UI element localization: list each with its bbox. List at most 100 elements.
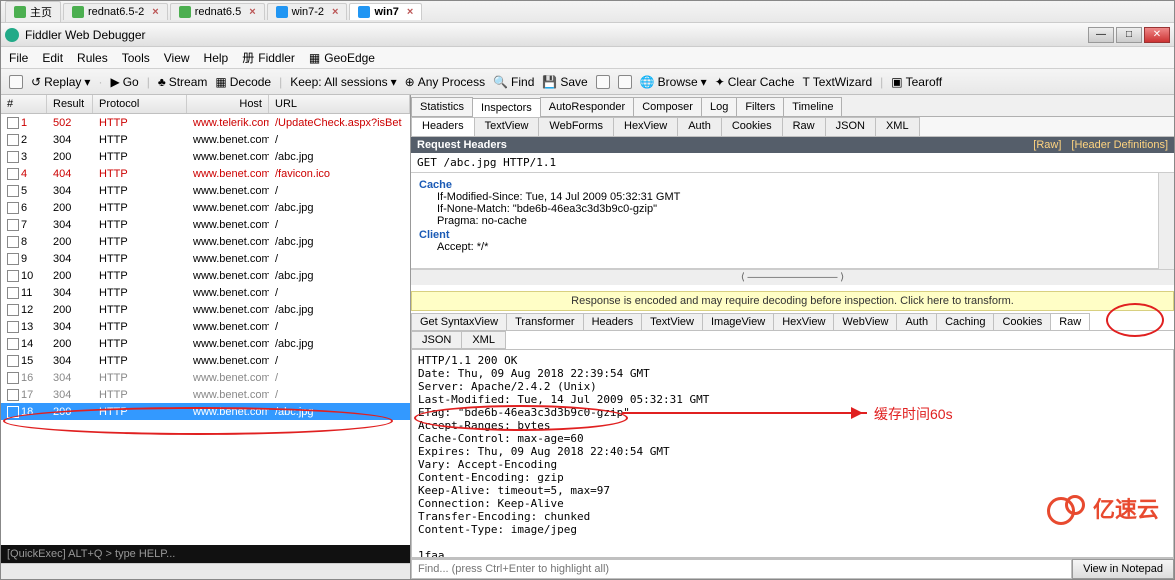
col-id[interactable]: # <box>1 95 47 113</box>
session-row[interactable]: 6200HTTPwww.benet.com/abc.jpg <box>1 199 410 216</box>
tab-auth[interactable]: Auth <box>677 117 722 136</box>
col-host[interactable]: Host <box>187 95 269 113</box>
tab-statistics[interactable]: Statistics <box>411 97 473 116</box>
ext-tab[interactable]: rednat6.5× <box>170 3 265 20</box>
col-url[interactable]: URL <box>269 95 410 113</box>
stream-button[interactable]: ♣ Stream <box>158 75 208 89</box>
tab-hexview[interactable]: HexView <box>773 313 834 330</box>
timer-button[interactable] <box>618 75 632 89</box>
maximize-button[interactable]: □ <box>1116 27 1142 43</box>
tearoff-button[interactable]: ▣ Tearoff <box>891 75 942 89</box>
tab-xml[interactable]: XML <box>875 117 920 136</box>
session-row[interactable]: 14200HTTPwww.benet.com/abc.jpg <box>1 335 410 352</box>
ext-tab[interactable]: 主页 <box>5 1 61 22</box>
ext-tab[interactable]: rednat6.5-2× <box>63 3 168 20</box>
tab-raw[interactable]: Raw <box>1050 313 1090 330</box>
session-row[interactable]: 11304HTTPwww.benet.com/ <box>1 284 410 301</box>
save-button[interactable]: 💾 Save <box>542 75 587 89</box>
tab-composer[interactable]: Composer <box>633 97 702 116</box>
menu-file[interactable]: File <box>9 51 28 65</box>
decode-button[interactable]: ▦ Decode <box>215 75 271 89</box>
tab-cookies[interactable]: Cookies <box>721 117 783 136</box>
session-row[interactable]: 16304HTTPwww.benet.com/ <box>1 369 410 386</box>
close-icon[interactable]: × <box>407 6 413 18</box>
any-process-button[interactable]: ⊕ Any Process <box>405 75 485 89</box>
tab-inspectors[interactable]: Inspectors <box>472 98 541 117</box>
session-row[interactable]: 18200HTTPwww.benet.com/abc.jpg <box>1 403 410 420</box>
session-row[interactable]: 7304HTTPwww.benet.com/ <box>1 216 410 233</box>
session-row[interactable]: 4404HTTPwww.benet.com/favicon.ico <box>1 165 410 182</box>
tab-headers[interactable]: Headers <box>411 117 475 136</box>
session-row[interactable]: 10200HTTPwww.benet.com/abc.jpg <box>1 267 410 284</box>
raw-response-area: HTTP/1.1 200 OK Date: Thu, 09 Aug 2018 2… <box>411 349 1174 558</box>
menu-view[interactable]: View <box>164 51 190 65</box>
quickexec[interactable]: [QuickExec] ALT+Q > type HELP... <box>1 545 410 563</box>
raw-link[interactable]: [Raw] <box>1033 139 1061 151</box>
replay-button[interactable]: ↺ Replay ▾ <box>31 75 90 89</box>
menu-edit[interactable]: Edit <box>42 51 63 65</box>
session-row[interactable]: 12200HTTPwww.benet.com/abc.jpg <box>1 301 410 318</box>
session-row[interactable]: 2304HTTPwww.benet.com/ <box>1 131 410 148</box>
tab-raw[interactable]: Raw <box>782 117 826 136</box>
session-row[interactable]: 8200HTTPwww.benet.com/abc.jpg <box>1 233 410 250</box>
session-row[interactable]: 13304HTTPwww.benet.com/ <box>1 318 410 335</box>
view-notepad-button[interactable]: View in Notepad <box>1072 559 1174 579</box>
session-row[interactable]: 17304HTTPwww.benet.com/ <box>1 386 410 403</box>
tab-textview[interactable]: TextView <box>641 313 703 330</box>
tab-textview[interactable]: TextView <box>474 117 540 136</box>
session-row[interactable]: 5304HTTPwww.benet.com/ <box>1 182 410 199</box>
menu-rules[interactable]: Rules <box>77 51 108 65</box>
screenshot-button[interactable] <box>596 75 610 89</box>
tab-json[interactable]: JSON <box>411 331 462 349</box>
ext-tab[interactable]: win7-2× <box>267 3 348 20</box>
close-icon[interactable]: × <box>249 6 255 18</box>
h-scrollbar[interactable]: ⟨ ――――――――― ⟩ <box>411 269 1174 285</box>
clear-cache-button[interactable]: ✦ Clear Cache <box>715 75 795 89</box>
ext-tab[interactable]: win7× <box>349 3 422 20</box>
textwizard-button[interactable]: T TextWizard <box>802 75 872 89</box>
session-row[interactable]: 15304HTTPwww.benet.com/ <box>1 352 410 369</box>
tab-json[interactable]: JSON <box>825 117 876 136</box>
keep-dropdown[interactable]: Keep: All sessions ▾ <box>290 75 396 89</box>
tab-get-syntaxview[interactable]: Get SyntaxView <box>411 313 507 330</box>
find-input[interactable] <box>411 559 1072 579</box>
menu-tools[interactable]: Tools <box>122 51 150 65</box>
close-icon[interactable]: × <box>152 6 158 18</box>
session-row[interactable]: 1502HTTPwww.telerik.com/UpdateCheck.aspx… <box>1 114 410 131</box>
session-row[interactable]: 9304HTTPwww.benet.com/ <box>1 250 410 267</box>
annotation-arrow <box>622 412 867 414</box>
tab-imageview[interactable]: ImageView <box>702 313 774 330</box>
tab-webforms[interactable]: WebForms <box>538 117 614 136</box>
scrollbar[interactable] <box>1158 173 1174 269</box>
close-icon[interactable]: × <box>332 6 338 18</box>
tab-autoresponder[interactable]: AutoResponder <box>540 97 634 116</box>
tab-headers[interactable]: Headers <box>583 313 643 330</box>
tab-xml[interactable]: XML <box>461 331 506 349</box>
tab-hexview[interactable]: HexView <box>613 117 678 136</box>
header-defs-link[interactable]: [Header Definitions] <box>1071 139 1168 151</box>
menu-geoedge[interactable]: ▦ GeoEdge <box>309 51 375 65</box>
go-button[interactable]: ▶ Go <box>110 75 138 89</box>
tab-timeline[interactable]: Timeline <box>783 97 842 116</box>
sessions-list[interactable]: 1502HTTPwww.telerik.com/UpdateCheck.aspx… <box>1 114 410 545</box>
minimize-button[interactable]: — <box>1088 27 1114 43</box>
find-button[interactable]: 🔍 Find <box>493 75 534 89</box>
menu-help[interactable]: Help <box>204 51 229 65</box>
comment-button[interactable] <box>9 75 23 89</box>
doc-icon <box>7 185 19 197</box>
tab-cookies[interactable]: Cookies <box>993 313 1051 330</box>
browse-button[interactable]: 🌐 Browse ▾ <box>640 75 707 89</box>
close-button[interactable]: ✕ <box>1144 27 1170 43</box>
session-row[interactable]: 3200HTTPwww.benet.com/abc.jpg <box>1 148 410 165</box>
tab-webview[interactable]: WebView <box>833 313 897 330</box>
tab-auth[interactable]: Auth <box>896 313 937 330</box>
transform-notice[interactable]: Response is encoded and may require deco… <box>411 291 1174 311</box>
tab-log[interactable]: Log <box>701 97 737 116</box>
col-protocol[interactable]: Protocol <box>93 95 187 113</box>
col-result[interactable]: Result <box>47 95 93 113</box>
tab-caching[interactable]: Caching <box>936 313 994 330</box>
menu-fiddler[interactable]: 册 Fiddler <box>242 49 295 66</box>
tab-filters[interactable]: Filters <box>736 97 784 116</box>
tab-transformer[interactable]: Transformer <box>506 313 584 330</box>
request-headers-title: Request Headers <box>417 139 1023 151</box>
